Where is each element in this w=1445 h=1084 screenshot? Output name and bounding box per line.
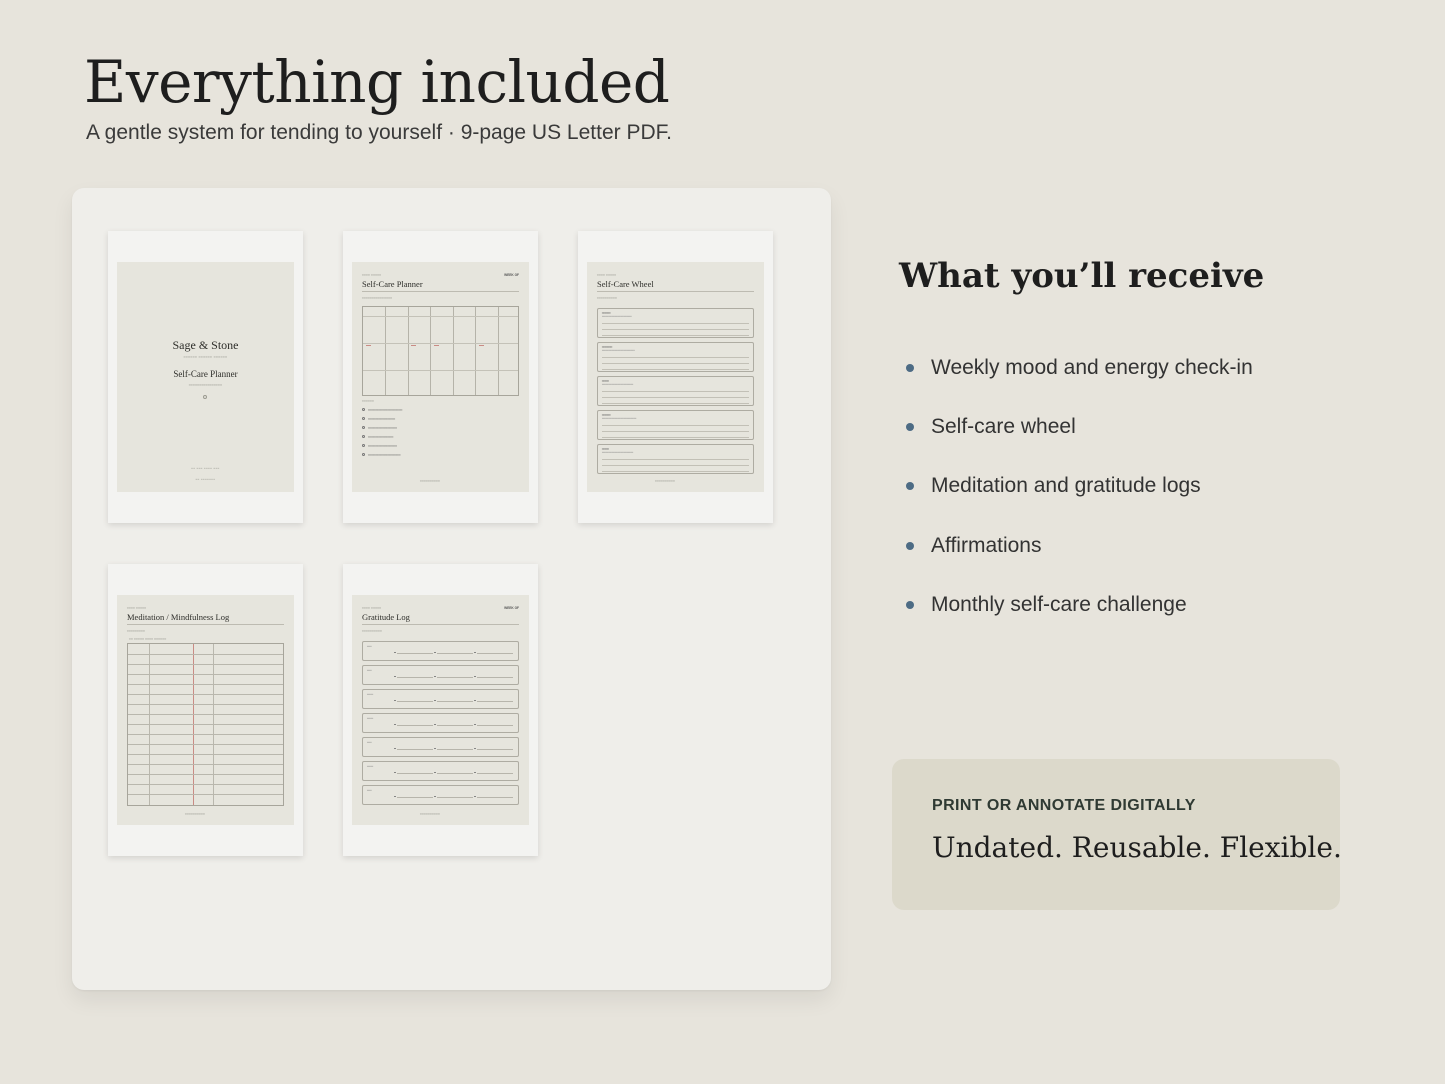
gratitude-day-box: ━━━ xyxy=(362,665,519,685)
bullet-icon xyxy=(906,541,914,550)
planner-title: Self-Care Planner xyxy=(362,279,423,289)
divider xyxy=(362,624,519,625)
wheel-box: ━━━━━━━━━━━━━━━━━━━━━━━━━━━ xyxy=(597,342,754,372)
feature-label: Meditation and gratitude logs xyxy=(931,474,1201,498)
divider xyxy=(362,291,519,292)
wheel-box: ━━━━━━━━━━━━━━━━━━━━━━━━ xyxy=(597,444,754,474)
info-card-eyebrow: PRINT OR ANNOTATE DIGITALLY xyxy=(932,797,1196,814)
page-thumbnail-planner: ━━━━ ━━━━━ WEEK OF Self-Care Planner ━━━… xyxy=(343,231,538,523)
planner-checklist-heading-art: ━━━━━━ xyxy=(362,399,375,403)
page-thumbnail-cover: Sage & Stone ━━━━━━ ━━━━━━ ━━━━━━ Self-C… xyxy=(108,231,303,523)
planner-section-art: ━━━━━━━━━━━━━━━ xyxy=(362,296,393,300)
wheel-section-art: ━━━━━━━━━━ xyxy=(597,296,618,300)
bullet-icon xyxy=(906,423,914,432)
checkbox-icon xyxy=(362,435,365,438)
cover-subtitle-art: ━━━━━━━━━━━━━━━━ xyxy=(188,383,223,387)
wheel-sheet: ━━━━ ━━━━━ Self-Care Wheel ━━━━━━━━━━ ━━… xyxy=(587,262,764,492)
wheel-header-art: ━━━━ ━━━━━ xyxy=(597,273,617,277)
list-item: Affirmations xyxy=(904,530,1253,589)
gratitude-section-art: ━━━━━━━━━━ xyxy=(362,629,383,633)
page-thumbnail-meditation: ━━━━ ━━━━━ Meditation / Mindfulness Log … xyxy=(108,564,303,856)
checkbox-icon xyxy=(362,408,365,411)
gratitude-title: Gratitude Log xyxy=(362,612,410,622)
mood-grid xyxy=(362,306,519,396)
cover-tagline-art: ━━━━━━ ━━━━━━ ━━━━━━ xyxy=(183,355,228,359)
gratitude-day-box: ━━━ xyxy=(362,641,519,661)
planner-week-label: WEEK OF xyxy=(504,273,519,277)
gratitude-header-art: ━━━━ ━━━━━ xyxy=(362,606,382,610)
checklist-item-art: ━━━━━━━━━━━━━━━━ xyxy=(368,444,397,448)
list-item: Self-care wheel xyxy=(904,411,1253,470)
feature-label: Weekly mood and energy check-in xyxy=(931,356,1253,379)
list-item: Meditation and gratitude logs xyxy=(904,470,1253,529)
page-thumbnail-gratitude: ━━━━ ━━━━━ WEEK OF Gratitude Log ━━━━━━━… xyxy=(343,564,538,856)
meditation-sheet: ━━━━ ━━━━━ Meditation / Mindfulness Log … xyxy=(117,595,294,825)
checkbox-icon xyxy=(362,453,365,456)
wheel-footer-art: ━━━━━━━━━━ xyxy=(655,479,676,483)
bullet-icon xyxy=(906,364,914,372)
gratitude-day-box: ━━━ xyxy=(362,737,519,757)
feature-list: Weekly mood and energy check-in Self-car… xyxy=(904,352,1253,648)
gratitude-day-box: ━━━━ xyxy=(362,713,519,733)
info-card: PRINT OR ANNOTATE DIGITALLY Undated. Reu… xyxy=(892,759,1342,910)
gratitude-sheet: ━━━━ ━━━━━ WEEK OF Gratitude Log ━━━━━━━… xyxy=(352,595,529,825)
meditation-footer-art: ━━━━━━━━━━ xyxy=(185,812,206,816)
meditation-section-art: ━━━━━━━━━ xyxy=(127,629,146,633)
gratitude-day-box: ━━━ xyxy=(362,785,519,805)
checkbox-icon xyxy=(362,444,365,447)
wheel-box: ━━━━━━━━━━━━━━━━━━━━━━━━━━━ xyxy=(597,410,754,440)
page-subtitle: A gentle system for tending to yourself … xyxy=(86,121,672,144)
feature-label: Affirmations xyxy=(931,533,1042,557)
receive-title: What you’ll receive xyxy=(899,256,1265,296)
wheel-box: ━━━━━━━━━━━━━━━━━━━━━━━━ xyxy=(597,308,754,338)
checklist-item-art: ━━━━━━━━━━━━━━━━━━ xyxy=(368,453,401,457)
checklist-item-art: ━━━━━━━━━━━━━━━━ xyxy=(368,426,397,430)
planner-footer-art: ━━━━━━━━━━ xyxy=(420,479,441,483)
checklist-item-art: ━━━━━━━━━━━━━━ xyxy=(368,435,394,439)
page-preview-panel: Sage & Stone ━━━━━━ ━━━━━━ ━━━━━━ Self-C… xyxy=(72,188,831,990)
meditation-columns-art: ━━ ━━━━━ ━━━━ ━━━━━━ xyxy=(129,637,167,641)
bullet-icon xyxy=(906,482,914,491)
cover-title: Self-Care Planner xyxy=(173,369,238,379)
divider xyxy=(127,624,284,625)
info-card-text: Undated. Reusable. Flexible. xyxy=(932,831,1342,864)
checkbox-icon xyxy=(362,417,365,420)
meditation-header-art: ━━━━ ━━━━━ xyxy=(127,606,147,610)
page-title: Everything included xyxy=(84,48,670,116)
cover-footer-art: ━━ ━━━ ━━━━ ━━━ xyxy=(191,467,220,470)
wheel-title: Self-Care Wheel xyxy=(597,279,654,289)
feature-label: Monthly self-care challenge xyxy=(931,592,1187,616)
gratitude-day-box: ━━━━ xyxy=(362,761,519,781)
gratitude-day-box: ━━━━ xyxy=(362,689,519,709)
divider xyxy=(597,291,754,292)
wheel-box: ━━━━━━━━━━━━━━━━━━━━━━━━ xyxy=(597,376,754,406)
planner-header-art: ━━━━ ━━━━━ xyxy=(362,273,382,277)
cover-sheet: Sage & Stone ━━━━━━ ━━━━━━ ━━━━━━ Self-C… xyxy=(117,262,294,492)
cover-ornament-icon xyxy=(203,395,207,399)
gratitude-week-label: WEEK OF xyxy=(504,606,519,610)
cover-brand: Sage & Stone xyxy=(172,338,239,352)
checkbox-icon xyxy=(362,426,365,429)
checklist-item-art: ━━━━━━━━━━━━━━━━━━━ xyxy=(368,408,403,412)
planner-sheet: ━━━━ ━━━━━ WEEK OF Self-Care Planner ━━━… xyxy=(352,262,529,492)
meditation-title: Meditation / Mindfulness Log xyxy=(127,612,230,622)
bullet-icon xyxy=(906,600,914,609)
feature-label: Self-care wheel xyxy=(931,415,1076,439)
checklist-item-art: ━━━━━━━━━━━━━━━ xyxy=(368,417,396,421)
meditation-log-grid xyxy=(127,643,284,806)
cover-footer-art-2: ━━ ━━━━━━━ xyxy=(195,478,216,481)
page-thumbnail-wheel: ━━━━ ━━━━━ Self-Care Wheel ━━━━━━━━━━ ━━… xyxy=(578,231,773,523)
gratitude-footer-art: ━━━━━━━━━━ xyxy=(420,812,441,816)
list-item: Monthly self-care challenge xyxy=(904,589,1253,648)
list-item: Weekly mood and energy check-in xyxy=(904,352,1253,411)
